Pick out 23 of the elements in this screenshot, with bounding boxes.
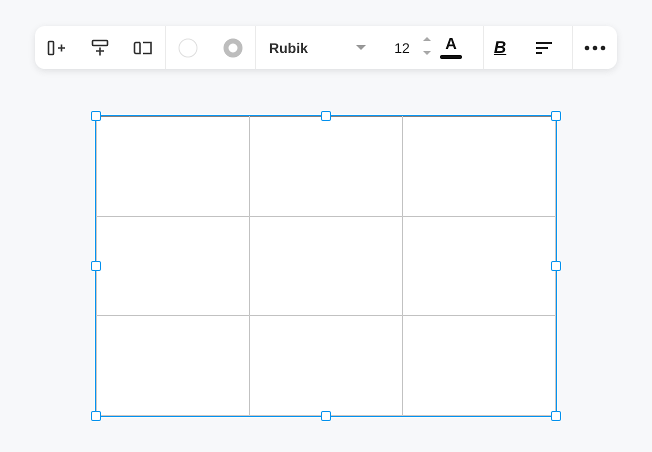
resize-handle[interactable]: [551, 261, 561, 271]
resize-handle[interactable]: [321, 111, 331, 121]
resize-handle[interactable]: [551, 411, 561, 421]
resize-handle[interactable]: [91, 261, 101, 271]
table-cell[interactable]: [250, 216, 402, 316]
table-cell[interactable]: [250, 316, 402, 416]
resize-handle[interactable]: [321, 411, 331, 421]
table-cell[interactable]: [402, 116, 556, 216]
table-cell[interactable]: [402, 216, 556, 316]
resize-handle[interactable]: [91, 411, 101, 421]
caret-icon: [356, 44, 366, 50]
text-color-button[interactable]: A: [440, 36, 462, 59]
table-cell[interactable]: [96, 316, 250, 416]
resize-handle[interactable]: [551, 111, 561, 121]
table-cell[interactable]: [96, 116, 250, 216]
resize-handle[interactable]: [91, 111, 101, 121]
table[interactable]: [96, 116, 556, 416]
table-cell[interactable]: [402, 316, 556, 416]
font-size-field[interactable]: 12: [382, 40, 422, 56]
bold-button[interactable]: B: [490, 38, 510, 58]
table-cell[interactable]: [96, 216, 250, 316]
font-dropdown[interactable]: Rubik: [256, 40, 366, 56]
table-cell[interactable]: [250, 116, 402, 216]
